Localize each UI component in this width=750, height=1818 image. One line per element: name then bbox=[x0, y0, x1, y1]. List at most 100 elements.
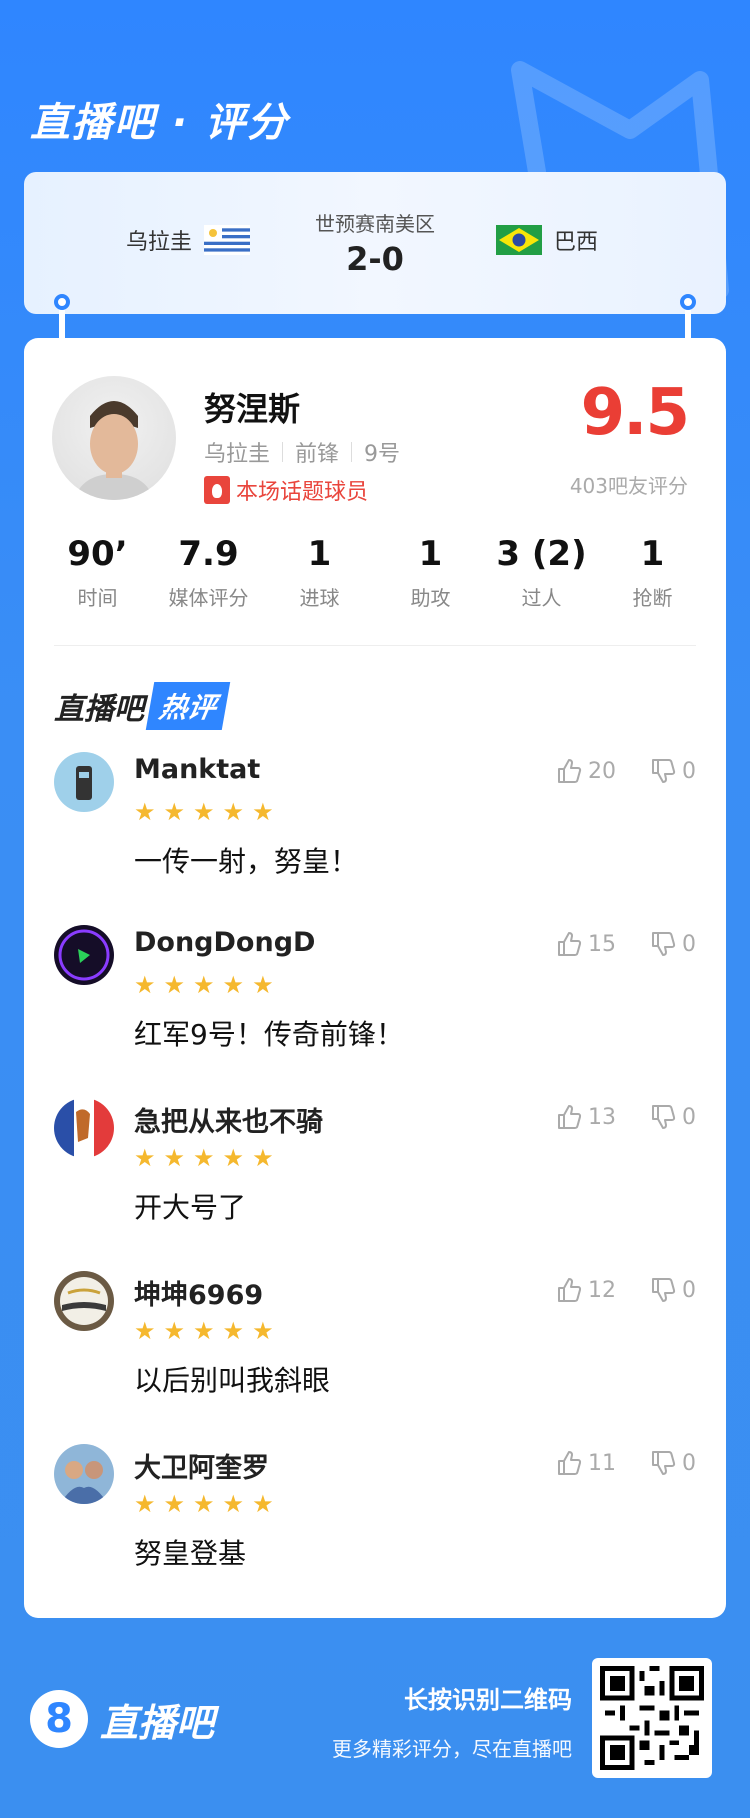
match-card: 乌拉圭 世预赛南美区 2-0 巴西 bbox=[24, 172, 726, 314]
thumbs-down-icon bbox=[652, 1278, 676, 1302]
stat-assists: 1 助攻 bbox=[377, 534, 484, 611]
player-stats: 90’ 时间 7.9 媒体评分 1 进球 1 助攻 3 (2) 过人 1 抢断 bbox=[44, 534, 706, 611]
away-team-name: 巴西 bbox=[553, 230, 598, 255]
hot-title-left: 直播吧 bbox=[54, 692, 144, 727]
fan-rating: 9.5 bbox=[580, 376, 690, 450]
rating-count: 403吧友评分 bbox=[569, 474, 688, 498]
dislike-count: 0 bbox=[682, 931, 696, 957]
comment-votes: 11 0 bbox=[556, 1450, 696, 1476]
dislike-count: 0 bbox=[682, 758, 696, 784]
comment-username[interactable]: Manktat bbox=[134, 754, 260, 785]
fire-icon bbox=[204, 476, 230, 504]
stat-label: 进球 bbox=[299, 586, 340, 610]
brazil-flag-icon bbox=[495, 225, 542, 255]
player-meta: 乌拉圭 前锋 9号 bbox=[204, 436, 400, 468]
comment-username[interactable]: 大卫阿奎罗 bbox=[134, 1446, 269, 1485]
avatar-image-icon bbox=[54, 925, 114, 985]
section-divider bbox=[54, 645, 696, 646]
avatar-image-icon bbox=[54, 1271, 114, 1331]
comment-item: 急把从来也不骑 ★★★★★ 开大号了 13 0 bbox=[54, 1094, 696, 1267]
star-rating: ★★★★★ bbox=[134, 1317, 282, 1345]
thumbs-down-icon bbox=[652, 1105, 676, 1129]
star-rating: ★★★★★ bbox=[134, 971, 282, 999]
comment-item: 大卫阿奎罗 ★★★★★ 努皇登基 11 0 bbox=[54, 1440, 696, 1613]
comment-item: 坤坤6969 ★★★★★ 以后别叫我斜眼 12 0 bbox=[54, 1267, 696, 1440]
comment-username[interactable]: 坤坤6969 bbox=[134, 1273, 263, 1312]
dislike-button[interactable]: 0 bbox=[650, 1277, 696, 1303]
brand-title: 直播吧 · 评分 bbox=[30, 100, 290, 146]
logo-badge: 8 bbox=[30, 1690, 88, 1748]
stat-tackles: 1 抢断 bbox=[599, 534, 706, 611]
comment-votes: 15 0 bbox=[556, 931, 696, 957]
like-count: 12 bbox=[588, 1277, 616, 1303]
connector-dot bbox=[54, 294, 70, 310]
dislike-count: 0 bbox=[682, 1104, 696, 1130]
like-button[interactable]: 11 bbox=[556, 1450, 616, 1476]
comment-username[interactable]: 急把从来也不骑 bbox=[134, 1100, 323, 1139]
stat-goals: 1 进球 bbox=[266, 534, 373, 611]
thumbs-up-icon bbox=[558, 759, 582, 783]
meta-divider bbox=[351, 442, 353, 462]
user-avatar[interactable] bbox=[54, 1098, 114, 1158]
like-button[interactable]: 13 bbox=[556, 1104, 616, 1130]
star-rating: ★★★★★ bbox=[134, 1144, 282, 1172]
stat-dribbles: 3 (2) 过人 bbox=[488, 534, 595, 611]
player-avatar bbox=[52, 376, 176, 500]
stat-value: 1 bbox=[307, 534, 332, 574]
stat-value: 90’ bbox=[67, 534, 128, 574]
comment-username[interactable]: DongDongD bbox=[134, 927, 315, 958]
player-photo-icon bbox=[74, 401, 154, 500]
stat-value: 7.9 bbox=[178, 534, 239, 574]
thumbs-down-icon bbox=[652, 932, 676, 956]
qr-subtitle: 更多精彩评分，尽在直播吧 bbox=[332, 1737, 572, 1761]
comment-item: DongDongD ★★★★★ 红军9号！传奇前锋！ 15 0 bbox=[54, 921, 696, 1094]
user-avatar[interactable] bbox=[54, 1271, 114, 1331]
comment-list: Manktat ★★★★★ 一传一射，努皇！ 20 0 DongDongD ★★… bbox=[54, 748, 696, 1613]
footer-promo: 长按识别二维码 更多精彩评分，尽在直播吧 bbox=[332, 1680, 572, 1762]
player-name: 努涅斯 bbox=[204, 390, 301, 428]
stat-label: 助攻 bbox=[410, 586, 451, 610]
like-count: 13 bbox=[588, 1104, 616, 1130]
qr-code-icon bbox=[600, 1666, 704, 1770]
star-rating: ★★★★★ bbox=[134, 798, 282, 826]
like-count: 15 bbox=[588, 931, 616, 957]
footer-logo: 8 直播吧 bbox=[30, 1690, 214, 1748]
comment-votes: 20 0 bbox=[556, 758, 696, 784]
thumbs-up-icon bbox=[558, 1451, 582, 1475]
stat-media-rating: 7.9 媒体评分 bbox=[155, 534, 262, 611]
hot-player-badge: 本场话题球员 bbox=[204, 474, 368, 506]
stat-time: 90’ 时间 bbox=[44, 534, 151, 611]
player-number: 9号 bbox=[364, 442, 401, 467]
logo-text: 直播吧 bbox=[100, 1700, 215, 1745]
dislike-button[interactable]: 0 bbox=[650, 931, 696, 957]
match-score: 2-0 bbox=[346, 240, 404, 278]
dislike-button[interactable]: 0 bbox=[650, 1450, 696, 1476]
like-button[interactable]: 12 bbox=[556, 1277, 616, 1303]
comment-votes: 13 0 bbox=[556, 1104, 696, 1130]
user-avatar[interactable] bbox=[54, 1444, 114, 1504]
qr-code[interactable] bbox=[592, 1658, 712, 1778]
like-button[interactable]: 20 bbox=[556, 758, 616, 784]
comment-text: 努皇登基 bbox=[134, 1537, 247, 1570]
user-avatar[interactable] bbox=[54, 752, 114, 812]
connector-dot bbox=[680, 294, 696, 310]
comment-text: 开大号了 bbox=[134, 1191, 247, 1224]
hot-player-label: 本场话题球员 bbox=[236, 480, 369, 505]
competition-name: 世预赛南美区 bbox=[315, 212, 435, 236]
player-rating-card: 努涅斯 乌拉圭 前锋 9号 本场话题球员 9.5 403吧友评分 90’ 时间 … bbox=[24, 338, 726, 1618]
comment-votes: 12 0 bbox=[556, 1277, 696, 1303]
stat-label: 抢断 bbox=[632, 586, 673, 610]
dislike-button[interactable]: 0 bbox=[650, 758, 696, 784]
thumbs-down-icon bbox=[652, 1451, 676, 1475]
comment-item: Manktat ★★★★★ 一传一射，努皇！ 20 0 bbox=[54, 748, 696, 921]
hot-title-right: 热评 bbox=[145, 682, 231, 730]
comment-text: 以后别叫我斜眼 bbox=[134, 1364, 331, 1397]
thumbs-up-icon bbox=[558, 932, 582, 956]
away-team: 巴西 bbox=[484, 224, 598, 256]
like-count: 11 bbox=[588, 1450, 616, 1476]
like-count: 20 bbox=[588, 758, 616, 784]
comment-text: 一传一射，努皇！ bbox=[134, 845, 359, 878]
dislike-button[interactable]: 0 bbox=[650, 1104, 696, 1130]
user-avatar[interactable] bbox=[54, 925, 114, 985]
like-button[interactable]: 15 bbox=[556, 931, 616, 957]
